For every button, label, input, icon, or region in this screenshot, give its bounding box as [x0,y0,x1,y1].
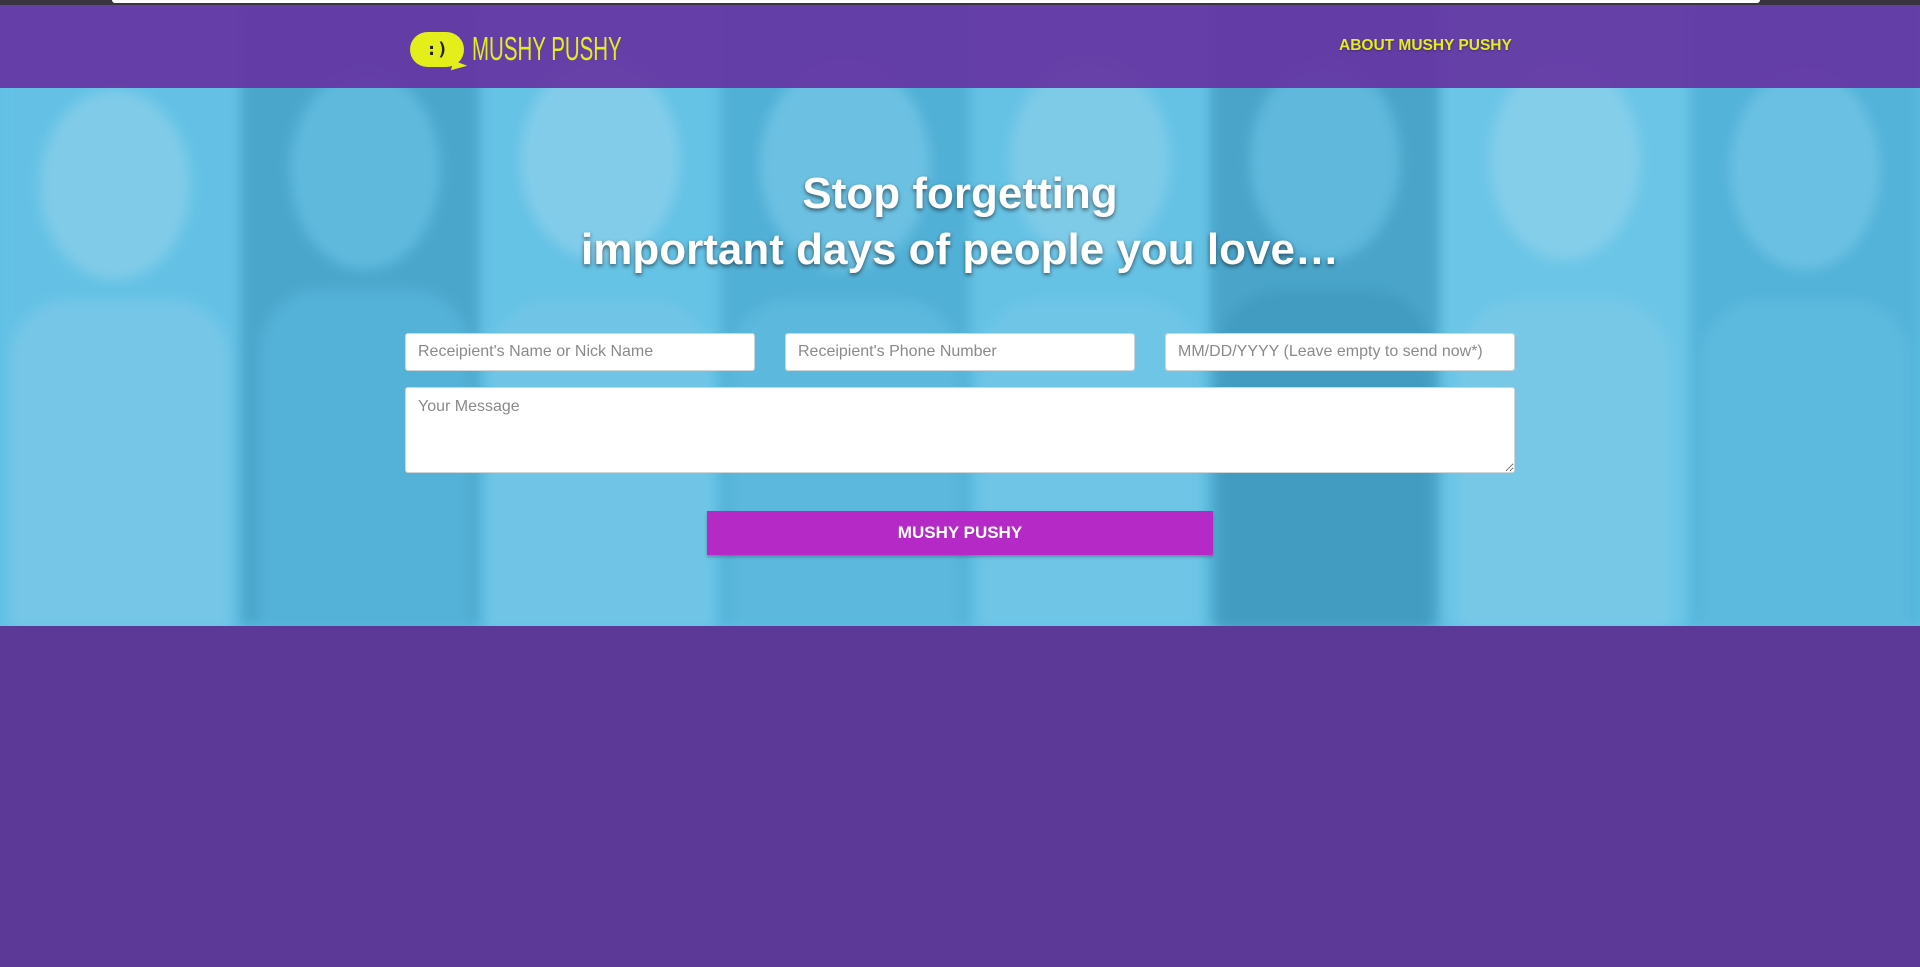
logo-text: MUSHY PUSHY [472,30,622,67]
hero-section: Stop forgetting important days of people… [0,0,1920,626]
site-logo[interactable]: :) MUSHY PUSHY [410,29,713,69]
hero-headline: Stop forgetting important days of people… [0,166,1920,278]
send-date-input[interactable] [1165,333,1515,371]
mushy-pushy-submit-button[interactable]: MUSHY PUSHY [707,511,1213,555]
nav-about-link[interactable]: ABOUT MUSHY PUSHY [1339,37,1512,55]
browser-tab-pill [112,0,1760,3]
message-textarea[interactable] [405,387,1515,473]
headline-line-1: Stop forgetting [802,169,1118,218]
smiley-speech-bubble-icon: :) [410,31,464,67]
logo-face: :) [426,38,448,60]
lower-purple-section [0,626,1920,967]
site-header: :) MUSHY PUSHY ABOUT MUSHY PUSHY [0,5,1920,88]
recipient-phone-input[interactable] [785,333,1135,371]
recipient-name-input[interactable] [405,333,755,371]
browser-top-strip [0,0,1920,5]
headline-line-2: important days of people you love… [581,225,1339,274]
